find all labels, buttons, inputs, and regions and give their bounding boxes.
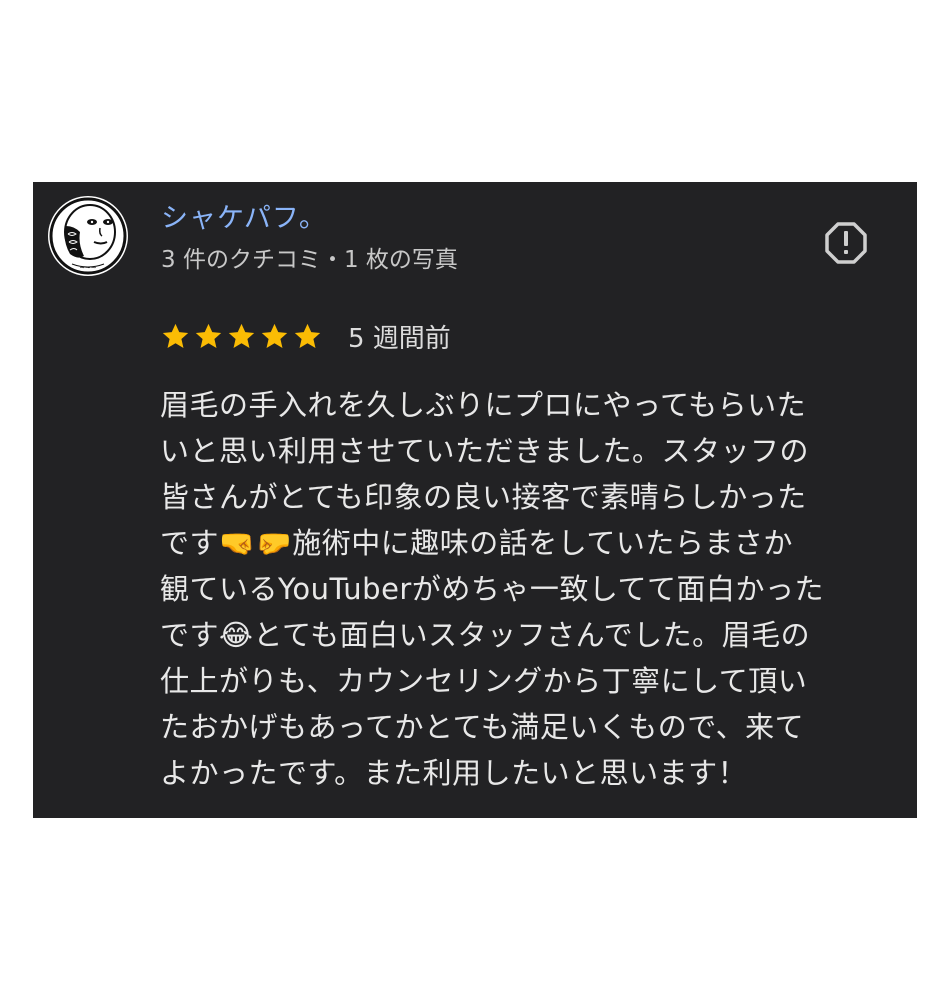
star-icon <box>162 323 189 348</box>
svg-text:~~~: ~~~ <box>79 264 97 272</box>
review-text-line: 仕上がりも、カウンセリングから丁寧にして頂い <box>160 664 808 698</box>
review-text-line: です😂とても面白いスタッフさんでした。眉毛の <box>160 618 811 652</box>
star-rating <box>161 322 326 351</box>
review-text: 眉毛の手入れを久しぶりにプロにやってもらいた いと思い利用させていただきました。ス… <box>160 382 900 796</box>
author-avatar[interactable]: ~~~ <box>48 196 128 276</box>
review-text-line: 皆さんがとても印象の良い接客で素晴らしかった <box>160 480 807 514</box>
review-text-line: よかったです。また利用したいと思います！ <box>160 756 748 790</box>
review-time: 5 週間前 <box>348 323 451 354</box>
rating-row: 5 週間前 <box>161 316 451 356</box>
star-icon <box>294 323 321 348</box>
review-text-line: 眉毛の手入れを久しぶりにプロにやってもらいた <box>160 388 807 422</box>
review-text-line: たおかげもあってかとても満足いくもので、来て <box>160 710 805 744</box>
star-icon <box>261 323 288 348</box>
author-meta: 3 件のクチコミ・1 枚の写真 <box>161 247 458 273</box>
report-flag-icon[interactable] <box>823 220 869 266</box>
author-name-link[interactable]: シャケパフ。 <box>161 196 327 235</box>
review-text-line: です🤜🤛施術中に趣味の話をしていたらまさか <box>160 526 793 560</box>
star-icon <box>228 323 255 348</box>
star-icon <box>195 323 222 348</box>
avatar-illustration: ~~~ <box>49 197 127 275</box>
review-card: ~~~ シャケパフ。 3 件のクチコミ・1 枚の写真 5 週間前 眉毛の手入れを… <box>33 182 917 818</box>
review-text-line: 観ているYouTuberがめちゃ一致してて面白かった <box>160 572 824 606</box>
review-text-line: いと思い利用させていただきました。スタッフの <box>160 434 810 468</box>
